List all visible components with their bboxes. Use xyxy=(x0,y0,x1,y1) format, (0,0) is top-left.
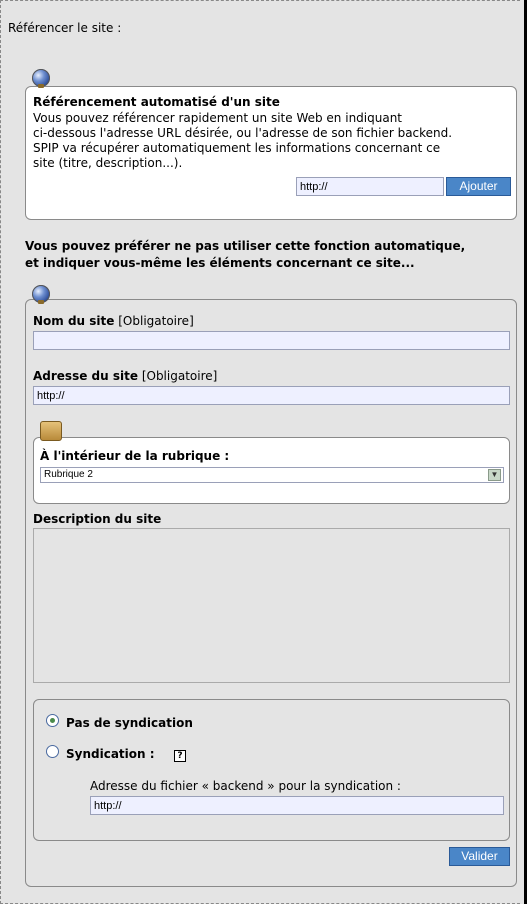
syndication-radio[interactable] xyxy=(46,745,59,758)
no-syndication-label[interactable]: Pas de syndication xyxy=(66,716,193,730)
backend-url-input[interactable]: http:// xyxy=(90,796,504,815)
manual-intro-line2: et indiquer vous-même les éléments conce… xyxy=(25,256,415,270)
site-name-input[interactable] xyxy=(33,331,510,350)
auto-desc-line3: SPIP va récupérer automatiquement les in… xyxy=(33,141,441,155)
auto-desc-line4: site (titre, description...). xyxy=(33,156,183,170)
description-textarea[interactable] xyxy=(33,528,510,683)
globe-icon xyxy=(32,285,50,304)
auto-referencing-title: Référencement automatisé d'un site xyxy=(33,95,280,109)
chevron-down-icon[interactable]: ▼ xyxy=(488,469,501,481)
site-name-label: Nom du site [Obligatoire] xyxy=(33,314,194,328)
submit-button[interactable]: Valider xyxy=(449,847,510,866)
site-url-input[interactable]: http:// xyxy=(33,386,510,405)
description-label: Description du site xyxy=(33,512,162,526)
site-url-label: Adresse du site [Obligatoire] xyxy=(33,369,218,383)
help-icon[interactable]: ? xyxy=(174,750,186,762)
add-button[interactable]: Ajouter xyxy=(446,177,511,196)
auto-url-input[interactable]: http:// xyxy=(296,177,444,196)
no-syndication-radio[interactable] xyxy=(46,714,59,727)
globe-icon xyxy=(32,69,50,88)
rubrique-select[interactable]: Rubrique 2 ▼ xyxy=(40,467,504,483)
backend-url-label: Adresse du fichier « backend » pour la s… xyxy=(90,779,401,793)
auto-desc-line1: Vous pouvez référencer rapidement un sit… xyxy=(33,111,403,125)
manual-intro-line1: Vous pouvez préférer ne pas utiliser cet… xyxy=(25,239,466,253)
syndication-label[interactable]: Syndication : xyxy=(66,747,155,761)
rubrique-selected-value: Rubrique 2 xyxy=(44,469,93,480)
rubrique-label: À l'intérieur de la rubrique : xyxy=(40,449,230,463)
page-heading: Référencer le site : xyxy=(8,21,122,35)
box-icon xyxy=(40,421,62,441)
auto-desc-line2: ci-dessous l'adresse URL désirée, ou l'a… xyxy=(33,126,453,140)
